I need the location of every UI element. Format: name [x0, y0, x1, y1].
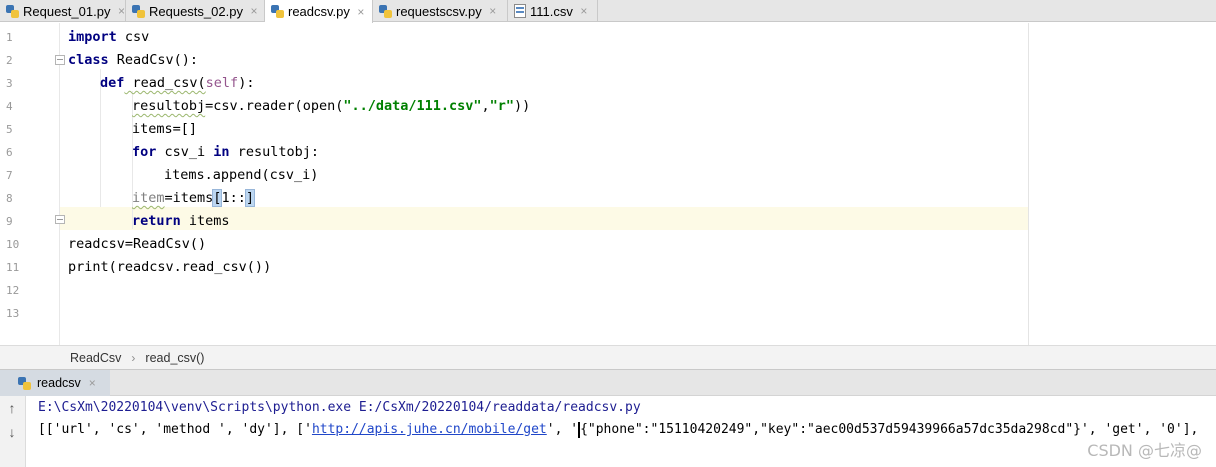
code-line-10: readcsv=ReadCsv()	[68, 236, 207, 252]
close-icon[interactable]: ×	[579, 4, 589, 18]
line-number: 6	[6, 146, 13, 159]
close-icon[interactable]: ×	[249, 4, 259, 18]
tab-label: Request_01.py	[23, 3, 111, 19]
close-icon[interactable]: ×	[488, 4, 498, 18]
code-line-7: items.append(csv_i)	[164, 167, 319, 183]
fold-toggle-icon[interactable]	[55, 215, 65, 224]
code-line-1: import csv	[68, 29, 150, 45]
run-panel-header: readcsv ×	[0, 369, 1216, 396]
breadcrumb: ReadCsv › read_csv()	[0, 345, 1216, 369]
console-output-line: [['url', 'cs', 'method ', 'dy'], ['http:…	[38, 421, 1199, 438]
scroll-up-arrow-icon[interactable]: ↑	[4, 400, 20, 416]
code-area: import csv class ReadCsv(): def read_csv…	[68, 23, 1216, 345]
code-line-11: print(readcsv.read_csv())	[68, 259, 272, 275]
code-line-5: items=[]	[132, 121, 198, 137]
code-line-9: return items	[132, 213, 230, 229]
console-toolbar: ↑ ↓	[0, 396, 26, 467]
code-line-4: resultobj=csv.reader(open("../data/111.c…	[132, 98, 531, 114]
python-file-icon	[271, 5, 284, 18]
line-number: 13	[6, 307, 20, 320]
line-number: 8	[6, 192, 13, 205]
close-icon[interactable]: ×	[89, 376, 96, 390]
watermark: CSDN @七凉@	[1087, 441, 1202, 460]
line-number: 12	[6, 284, 20, 297]
python-run-icon	[18, 376, 31, 390]
fold-toggle-icon[interactable]	[55, 55, 65, 65]
tab-requestscsv[interactable]: requestscsv.py ×	[373, 0, 508, 22]
python-file-icon	[6, 4, 19, 18]
line-number: 3	[6, 77, 13, 90]
line-number: 4	[6, 100, 13, 113]
console-command-line: E:\CsXm\20220104\venv\Scripts\python.exe…	[38, 400, 641, 415]
csv-file-icon	[514, 4, 526, 18]
tab-label: readcsv.py	[288, 4, 350, 19]
run-tab-readcsv[interactable]: readcsv ×	[0, 370, 110, 396]
line-number: 2	[6, 54, 13, 67]
output-url-link[interactable]: http://apis.juhe.cn/mobile/get	[312, 422, 547, 437]
line-number: 1	[6, 31, 13, 44]
scroll-down-arrow-icon[interactable]: ↓	[4, 424, 20, 440]
breadcrumb-separator: ›	[131, 350, 136, 365]
code-line-2: class ReadCsv():	[68, 52, 199, 68]
python-file-icon	[379, 4, 392, 18]
tab-readcsv[interactable]: readcsv.py ×	[265, 0, 373, 23]
code-editor[interactable]: 1 2 3 4 5 6 7 8 9 10 11 12 13 import csv…	[0, 23, 1216, 345]
breadcrumb-method[interactable]: read_csv()	[145, 351, 204, 365]
tab-label: requestscsv.py	[396, 3, 482, 19]
close-icon[interactable]: ×	[356, 5, 366, 19]
tab-requests-02[interactable]: Requests_02.py ×	[126, 0, 265, 22]
line-number: 7	[6, 169, 13, 182]
line-number: 10	[6, 238, 20, 251]
line-number: 9	[6, 215, 13, 228]
line-number: 11	[6, 261, 20, 274]
editor-tab-bar: Request_01.py × Requests_02.py × readcsv…	[0, 0, 1216, 23]
run-console[interactable]: ↑ ↓ E:\CsXm\20220104\venv\Scripts\python…	[0, 396, 1216, 467]
line-number: 5	[6, 123, 13, 136]
breadcrumb-class[interactable]: ReadCsv	[70, 351, 121, 365]
code-line-6: for csv_i in resultobj:	[132, 144, 319, 160]
code-line-8: item=items[1::]	[132, 189, 255, 207]
run-tab-label: readcsv	[37, 376, 81, 390]
code-line-3: def read_csv(self):	[100, 75, 255, 91]
line-number-gutter: 1 2 3 4 5 6 7 8 9 10 11 12 13	[0, 23, 60, 345]
python-file-icon	[132, 4, 145, 18]
tab-111-csv[interactable]: 111.csv ×	[508, 0, 598, 22]
close-icon[interactable]: ×	[116, 4, 125, 18]
tab-label: 111.csv	[530, 3, 573, 19]
tab-request-01[interactable]: Request_01.py ×	[0, 0, 126, 22]
tab-label: Requests_02.py	[149, 3, 243, 19]
